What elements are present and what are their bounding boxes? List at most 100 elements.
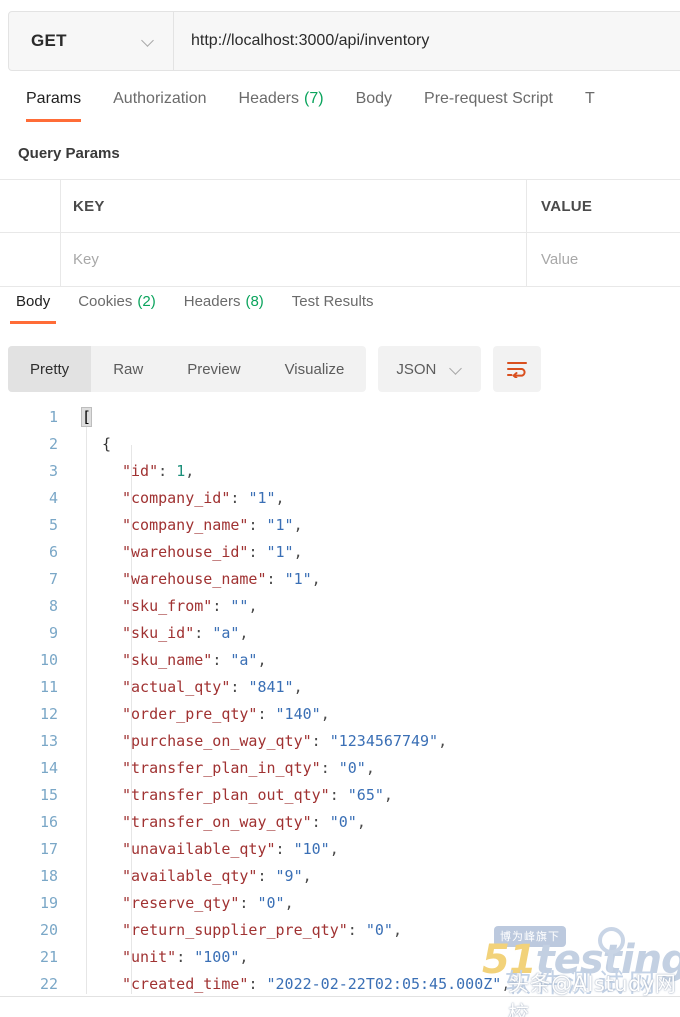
response-tab-count: (2): [137, 293, 156, 310]
response-tab-headers[interactable]: Headers (8): [170, 292, 278, 324]
json-token-p: :: [257, 705, 276, 723]
response-tab-cookies[interactable]: Cookies (2): [64, 292, 170, 324]
json-line-number: 11: [39, 678, 58, 696]
chevron-down-icon: [142, 35, 155, 48]
request-tab-body[interactable]: Body: [340, 88, 408, 122]
json-token-p: ,: [392, 921, 402, 939]
json-token-p: :: [311, 732, 330, 750]
column-header-value: VALUE: [541, 197, 593, 215]
json-token-s: "65": [347, 786, 384, 804]
json-line-content: "warehouse_id": "1",: [122, 539, 303, 566]
json-token-p: :: [239, 894, 258, 912]
request-tab-params[interactable]: Params: [10, 88, 97, 122]
viewer-bottom-divider: [0, 996, 680, 997]
request-url-input[interactable]: [174, 12, 680, 70]
json-line-number: 18: [39, 867, 58, 885]
json-token-n: 1: [176, 462, 186, 480]
response-format-label: JSON: [396, 360, 437, 378]
view-mode-preview[interactable]: Preview: [165, 346, 262, 392]
response-format-selector[interactable]: JSON: [378, 346, 482, 392]
json-token-p: :: [248, 516, 267, 534]
json-line-number: 4: [48, 489, 58, 507]
word-wrap-button[interactable]: [493, 346, 542, 392]
json-token-p: ,: [293, 543, 303, 561]
json-token-p: ,: [438, 732, 448, 750]
json-line-number: 13: [39, 732, 58, 750]
json-line: 12 "order_pre_qty": "140",: [0, 701, 680, 728]
chevron-down-icon: [450, 363, 463, 376]
json-line: 1[: [0, 404, 680, 431]
json-token-p: ,: [248, 597, 258, 615]
query-params-title: Query Params: [18, 145, 120, 162]
request-tab-authorization[interactable]: Authorization: [97, 88, 222, 122]
json-token-br: {: [102, 435, 112, 453]
url-bar-container: GET: [8, 11, 680, 71]
param-key-cell[interactable]: Key: [61, 233, 527, 286]
select-all-checkbox-cell[interactable]: [0, 179, 61, 233]
response-tab-test-results[interactable]: Test Results: [278, 292, 388, 324]
json-line-content: "available_qty": "9",: [122, 863, 312, 890]
json-token-s: "10": [293, 840, 330, 858]
param-value-placeholder: Value: [541, 251, 579, 268]
json-line-content: "order_pre_qty": "140",: [122, 701, 330, 728]
request-tab-pre-request-script[interactable]: Pre-request Script: [408, 88, 569, 122]
json-token-s: "1234567749": [329, 732, 439, 750]
json-line: 21 "unit": "100",: [0, 944, 680, 971]
table-row: Key Value: [0, 233, 680, 286]
json-token-p: :: [212, 597, 231, 615]
json-token-p: :: [248, 975, 267, 993]
http-method-selector[interactable]: GET: [9, 12, 174, 70]
request-url-bar: GET: [0, 0, 680, 82]
json-line: 20 "return_supplier_pre_qty": "0",: [0, 917, 680, 944]
json-line: 5 "company_name": "1",: [0, 512, 680, 539]
query-params-table: KEY VALUE Key Value: [0, 179, 680, 287]
json-token-p: :: [212, 651, 231, 669]
postman-response-screen: GET Params Authorization Headers (7) Bod…: [0, 0, 680, 1017]
json-token-s: "1": [248, 489, 276, 507]
json-line-number: 22: [39, 975, 58, 993]
json-line-number: 9: [48, 624, 58, 642]
json-line-content: [: [80, 404, 93, 431]
view-mode-visualize[interactable]: Visualize: [263, 346, 367, 392]
response-body-json-viewer[interactable]: 1[2{3 "id": 1, 4 "company_id": "1", 5 "compan…: [0, 404, 680, 994]
json-line-number: 15: [39, 786, 58, 804]
param-value-cell[interactable]: Value: [527, 233, 680, 286]
view-mode-raw[interactable]: Raw: [91, 346, 165, 392]
json-token-k: "company_id": [122, 489, 231, 507]
row-checkbox-cell[interactable]: [0, 233, 61, 286]
json-token-p: ,: [239, 624, 249, 642]
request-tab-label: Pre-request Script: [424, 90, 553, 107]
request-tab-count: (7): [304, 90, 324, 107]
json-token-k: "created_time": [122, 975, 249, 993]
json-token-p: :: [230, 678, 249, 696]
response-tab-body[interactable]: Body: [2, 292, 64, 324]
json-line-content: "id": 1,: [122, 458, 194, 485]
json-token-p: ,: [239, 948, 249, 966]
json-token-s: "a": [230, 651, 258, 669]
json-token-p: :: [275, 840, 294, 858]
request-tab-label: Authorization: [113, 90, 207, 107]
json-token-s: "1": [266, 516, 294, 534]
json-token-p: ,: [365, 759, 375, 777]
request-tabs: Params Authorization Headers (7) Body Pr…: [0, 88, 680, 130]
request-tab-label: Body: [355, 90, 393, 107]
json-line-number: 2: [48, 435, 58, 453]
json-line-number: 16: [39, 813, 58, 831]
json-token-k: "return_supplier_pre_qty": [122, 921, 348, 939]
request-tab-label: T: [584, 90, 595, 107]
json-token-p: ,: [257, 651, 267, 669]
json-line-content: "unavailable_qty": "10",: [122, 836, 339, 863]
json-token-p: ,: [275, 489, 285, 507]
json-token-k: "purchase_on_way_qty": [122, 732, 312, 750]
request-tab-tests[interactable]: T: [569, 88, 595, 122]
request-tab-headers[interactable]: Headers (7): [223, 88, 340, 122]
json-token-p: ,: [293, 516, 303, 534]
json-line: 16 "transfer_on_way_qty": "0",: [0, 809, 680, 836]
response-tab-label: Body: [16, 293, 51, 310]
json-line-number: 14: [39, 759, 58, 777]
request-tab-label: Headers: [238, 90, 299, 107]
json-token-s: "0": [329, 813, 357, 831]
view-mode-pretty[interactable]: Pretty: [8, 346, 92, 392]
json-token-p: :: [320, 759, 339, 777]
json-line-list: 1[2{3 "id": 1, 4 "company_id": "1", 5 "compan…: [0, 404, 680, 994]
